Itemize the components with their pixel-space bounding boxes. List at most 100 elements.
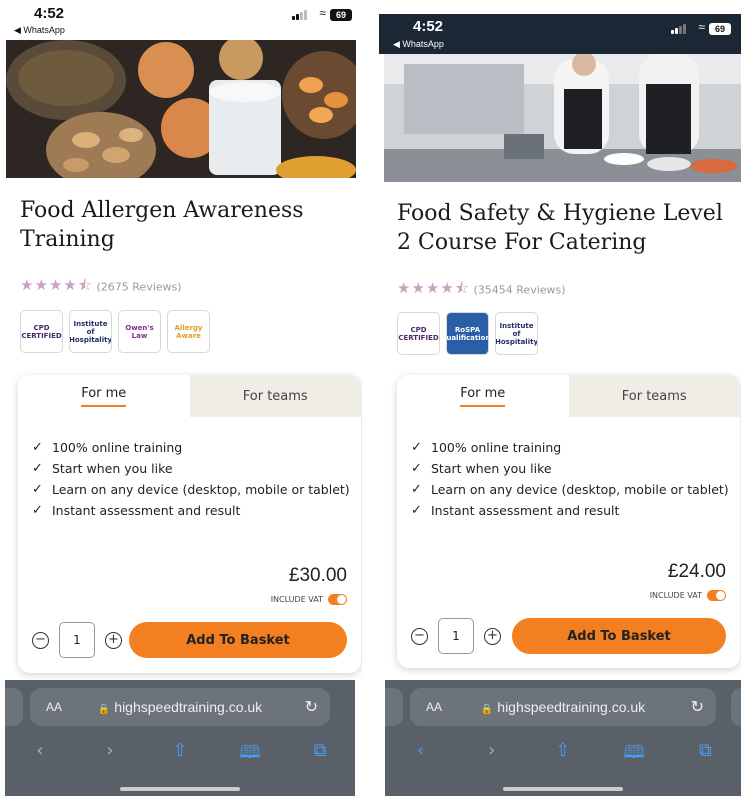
purchase-card: For me For teams ✓ 100% online training ✓… <box>397 375 740 668</box>
check-icon: ✓ <box>32 440 43 455</box>
forward-icon[interactable]: › <box>90 740 130 770</box>
quantity-input[interactable]: 1 <box>59 622 95 658</box>
signal-icon <box>292 10 308 20</box>
quantity-input[interactable]: 1 <box>438 618 474 654</box>
list-item: ✓ Instant assessment and result <box>411 503 620 518</box>
back-to-whatsapp[interactable]: ◀ WhatsApp <box>393 39 444 50</box>
quantity-row: − 1 + Add To Basket <box>411 618 726 654</box>
cpd-badge: CPD CERTIFIED <box>20 310 63 353</box>
reload-icon[interactable]: ↻ <box>691 697 704 717</box>
list-item: ✓ Start when you like <box>411 461 552 476</box>
safari-toolbar: AA 🔒 highspeedtraining.co.uk ↻ ‹ › ⇧ 🕮 ⧉ <box>385 680 741 796</box>
status-time: 4:52 <box>413 18 444 35</box>
review-count[interactable]: (2675 Reviews) <box>97 281 182 294</box>
add-to-basket-button[interactable]: Add To Basket <box>129 622 347 658</box>
screenshot-composite: 4:52 ◀ WhatsApp ≈ 69 Food Allergen Aware… <box>0 0 741 796</box>
product-title: Food Safety & Hygiene Level 2 Course For… <box>397 201 723 255</box>
list-item: ✓ Learn on any device (desktop, mobile or… <box>411 482 729 497</box>
tab-for-me[interactable]: For me <box>397 375 569 417</box>
price: £24.00 <box>667 561 726 582</box>
back-icon[interactable]: ‹ <box>20 740 60 770</box>
vat-toggle-row: INCLUDE VAT <box>650 590 726 601</box>
accreditation-badges: CPD CERTIFIED Institute of Hospitality O… <box>20 310 210 353</box>
signal-icon <box>671 24 687 34</box>
tabs-icon[interactable]: ⧉ <box>685 740 725 770</box>
tab-for-teams[interactable]: For teams <box>568 375 740 417</box>
audience-tabs: For me For teams <box>18 375 361 417</box>
list-item: ✓ 100% online training <box>411 440 562 455</box>
rating-row: ★★★★⯪ (2675 Reviews) <box>20 275 182 300</box>
vat-toggle[interactable] <box>328 594 347 605</box>
check-icon: ✓ <box>32 461 43 476</box>
tab-for-teams[interactable]: For teams <box>189 375 361 417</box>
price: £30.00 <box>288 565 347 586</box>
url-text: highspeedtraining.co.uk <box>114 699 263 715</box>
plus-icon[interactable]: + <box>105 631 122 649</box>
minus-icon[interactable]: − <box>411 627 428 645</box>
back-icon[interactable]: ‹ <box>401 740 441 770</box>
reader-settings-button[interactable]: AA <box>426 700 442 714</box>
cpd-badge: CPD CERTIFIED <box>397 312 440 355</box>
list-item: ✓ Instant assessment and result <box>32 503 241 518</box>
lock-icon: 🔒 <box>480 704 494 715</box>
wifi-icon: ≈ <box>698 20 705 34</box>
list-item: ✓ Learn on any device (desktop, mobile or… <box>32 482 350 497</box>
status-bar: 4:52 ◀ WhatsApp ≈ 69 <box>0 0 362 42</box>
vat-toggle[interactable] <box>707 590 726 601</box>
institute-hospitality-badge: Institute of Hospitality <box>495 312 538 355</box>
rating-row: ★★★★⯪ (35454 Reviews) <box>397 278 566 303</box>
vat-toggle-row: INCLUDE VAT <box>271 594 347 605</box>
check-icon: ✓ <box>411 440 422 455</box>
owens-law-badge: Owen's Law <box>118 310 161 353</box>
feature-list: ✓ 100% online training ✓ Start when you li… <box>18 417 361 520</box>
check-icon: ✓ <box>411 503 422 518</box>
forward-icon[interactable]: › <box>472 740 512 770</box>
browser-nav: ‹ › ⇧ 🕮 ⧉ <box>385 740 741 770</box>
check-icon: ✓ <box>32 482 43 497</box>
institute-hospitality-badge: Institute of Hospitality <box>69 310 112 353</box>
add-to-basket-button[interactable]: Add To Basket <box>512 618 726 654</box>
status-bar: 4:52 ◀ WhatsApp ≈ 69 <box>379 14 741 54</box>
minus-icon[interactable]: − <box>32 631 49 649</box>
check-icon: ✓ <box>411 482 422 497</box>
vat-label: INCLUDE VAT <box>649 591 702 600</box>
battery-icon: 69 <box>330 9 352 21</box>
check-icon: ✓ <box>32 503 43 518</box>
status-time: 4:52 <box>34 5 65 22</box>
review-count[interactable]: (35454 Reviews) <box>474 284 566 297</box>
next-tab-edge <box>731 688 741 726</box>
address-bar[interactable]: AA 🔒 highspeedtraining.co.uk ↻ <box>410 688 716 726</box>
check-icon: ✓ <box>411 461 422 476</box>
star-rating-icon: ★★★★⯪ <box>20 276 93 294</box>
accreditation-badges: CPD CERTIFIED RoSPA Qualifications Insti… <box>397 312 538 355</box>
feature-list: ✓ 100% online training ✓ Start when you li… <box>397 417 740 520</box>
bookmarks-icon[interactable]: 🕮 <box>614 740 654 770</box>
audience-tabs: For me For teams <box>397 375 740 417</box>
home-indicator <box>503 787 623 791</box>
share-icon[interactable]: ⇧ <box>543 740 583 770</box>
lock-icon: 🔒 <box>97 704 111 715</box>
browser-nav: ‹ › ⇧ 🕮 ⧉ <box>5 740 355 770</box>
tab-for-me[interactable]: For me <box>18 375 190 417</box>
list-item: ✓ Start when you like <box>32 461 173 476</box>
url-text: highspeedtraining.co.uk <box>497 699 646 715</box>
back-to-whatsapp[interactable]: ◀ WhatsApp <box>14 25 65 36</box>
reload-icon[interactable]: ↻ <box>305 697 318 717</box>
purchase-card: For me For teams ✓ 100% online training ✓… <box>18 375 361 673</box>
bookmarks-icon[interactable]: 🕮 <box>230 740 270 770</box>
tabs-icon[interactable]: ⧉ <box>300 740 340 770</box>
product-title: Food Allergen Awareness Training <box>20 198 304 252</box>
battery-icon: 69 <box>709 23 731 35</box>
home-indicator <box>120 787 240 791</box>
vat-label: INCLUDE VAT <box>270 595 323 604</box>
star-rating-icon: ★★★★⯪ <box>397 279 470 297</box>
reader-settings-button[interactable]: AA <box>46 700 62 714</box>
prev-tab-edge <box>385 688 403 726</box>
safari-toolbar: AA 🔒 highspeedtraining.co.uk ↻ ‹ › ⇧ 🕮 ⧉ <box>5 680 355 796</box>
address-bar[interactable]: AA 🔒 highspeedtraining.co.uk ↻ <box>30 688 330 726</box>
quantity-row: − 1 + Add To Basket <box>32 622 347 658</box>
list-item: ✓ 100% online training <box>32 440 183 455</box>
plus-icon[interactable]: + <box>484 627 501 645</box>
allergy-aware-badge: Allergy Aware <box>167 310 210 353</box>
share-icon[interactable]: ⇧ <box>160 740 200 770</box>
